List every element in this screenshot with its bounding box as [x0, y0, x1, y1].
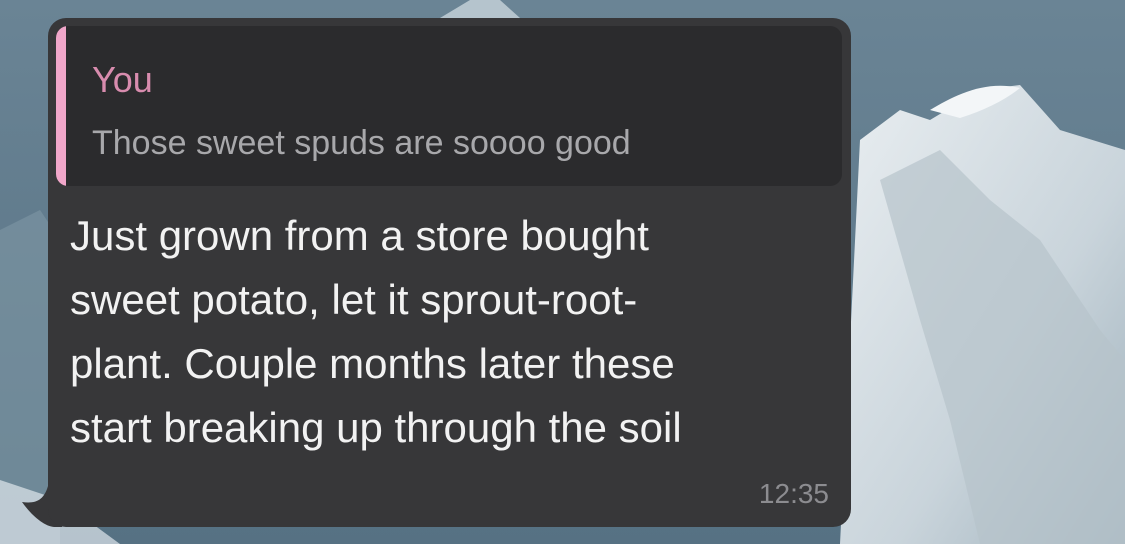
reply-accent-bar [56, 26, 66, 186]
message-bubble[interactable]: You Those sweet spuds are soooo good Jus… [48, 18, 851, 527]
reply-sender-name: You [92, 59, 153, 100]
message-timestamp: 12:35 [758, 478, 829, 509]
message-line: plant. Couple months later these [70, 340, 675, 387]
reply-quote[interactable]: You Those sweet spuds are soooo good [56, 26, 842, 186]
message-line: sweet potato, let it sprout-root- [70, 276, 638, 323]
message-line: Just grown from a store bought [70, 212, 649, 259]
message-line: start breaking up through the soil [70, 404, 682, 451]
reply-quoted-text: Those sweet spuds are soooo good [92, 124, 631, 162]
message-text: Just grown from a store bought sweet pot… [70, 204, 820, 460]
